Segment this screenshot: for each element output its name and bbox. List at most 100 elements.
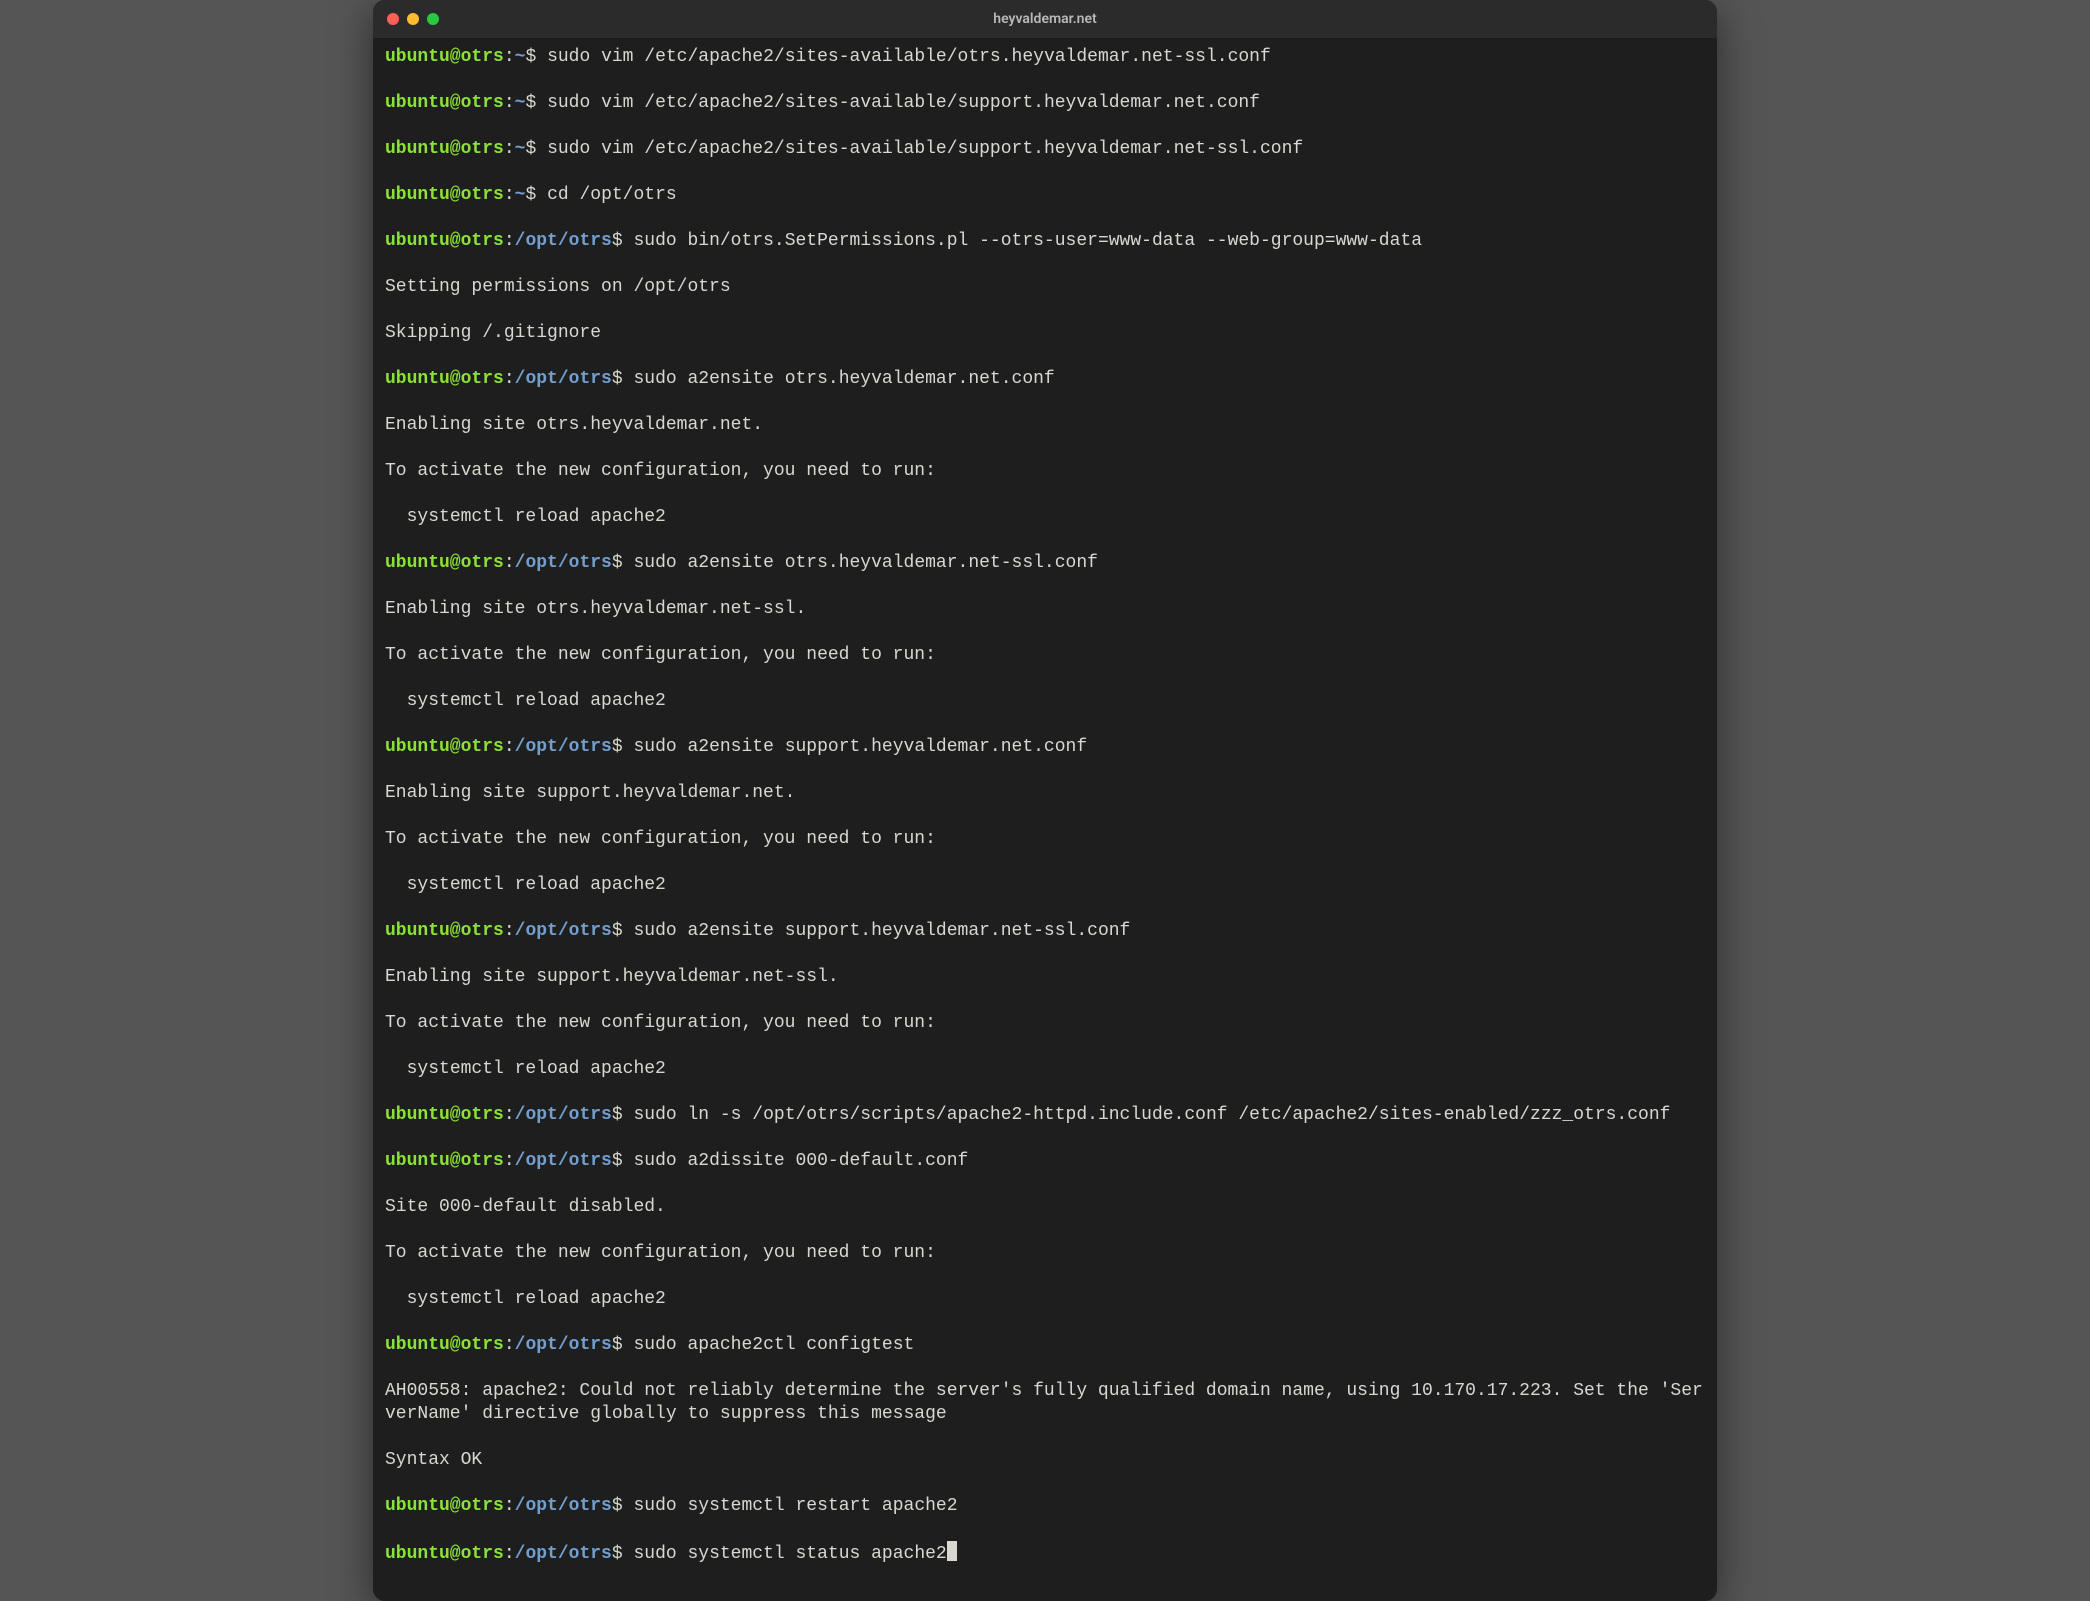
- prompt-symbol: $: [525, 47, 547, 67]
- prompt-separator: :: [504, 93, 515, 113]
- prompt-path: ~: [515, 47, 526, 67]
- prompt-user-host: ubuntu@otrs: [385, 231, 504, 251]
- terminal-prompt-line: ubuntu@otrs:~$ sudo vim /etc/apache2/sit…: [385, 92, 1705, 115]
- terminal-prompt-line: ubuntu@otrs:/opt/otrs$ sudo a2ensite sup…: [385, 920, 1705, 943]
- command-text: sudo bin/otrs.SetPermissions.pl --otrs-u…: [633, 231, 1422, 251]
- prompt-separator: :: [504, 1335, 515, 1355]
- command-text: sudo a2ensite otrs.heyvaldemar.net-ssl.c…: [633, 553, 1097, 573]
- command-text: sudo systemctl status apache2: [633, 1544, 946, 1564]
- terminal-output-line: Enabling site support.heyvaldemar.net-ss…: [385, 966, 1705, 989]
- prompt-user-host: ubuntu@otrs: [385, 737, 504, 757]
- prompt-symbol: $: [612, 553, 634, 573]
- terminal-prompt-line: ubuntu@otrs:~$ sudo vim /etc/apache2/sit…: [385, 46, 1705, 69]
- prompt-symbol: $: [525, 139, 547, 159]
- output-text: To activate the new configuration, you n…: [385, 1013, 936, 1033]
- prompt-separator: :: [504, 553, 515, 573]
- close-icon[interactable]: [387, 13, 399, 25]
- prompt-symbol: $: [612, 921, 634, 941]
- prompt-path: ~: [515, 139, 526, 159]
- output-text: To activate the new configuration, you n…: [385, 645, 936, 665]
- output-text: systemctl reload apache2: [385, 1059, 666, 1079]
- output-text: Enabling site otrs.heyvaldemar.net-ssl.: [385, 599, 806, 619]
- output-text: To activate the new configuration, you n…: [385, 1243, 936, 1263]
- output-text: Enabling site support.heyvaldemar.net.: [385, 783, 795, 803]
- command-text: sudo a2ensite otrs.heyvaldemar.net.conf: [633, 369, 1054, 389]
- output-text: To activate the new configuration, you n…: [385, 461, 936, 481]
- terminal-prompt-line: ubuntu@otrs:~$ sudo vim /etc/apache2/sit…: [385, 138, 1705, 161]
- prompt-path: /opt/otrs: [515, 1335, 612, 1355]
- window-title: heyvaldemar.net: [373, 8, 1717, 31]
- terminal-output-line: To activate the new configuration, you n…: [385, 644, 1705, 667]
- output-text: Syntax OK: [385, 1450, 482, 1470]
- terminal-prompt-line: ubuntu@otrs:/opt/otrs$ sudo a2ensite otr…: [385, 552, 1705, 575]
- prompt-path: /opt/otrs: [515, 553, 612, 573]
- terminal-prompt-line: ubuntu@otrs:/opt/otrs$ sudo apache2ctl c…: [385, 1334, 1705, 1357]
- output-text: systemctl reload apache2: [385, 691, 666, 711]
- prompt-separator: :: [504, 139, 515, 159]
- terminal-body[interactable]: ubuntu@otrs:~$ sudo vim /etc/apache2/sit…: [373, 38, 1717, 1601]
- terminal-output-line: Enabling site support.heyvaldemar.net.: [385, 782, 1705, 805]
- prompt-separator: :: [504, 1151, 515, 1171]
- prompt-symbol: $: [612, 1105, 634, 1125]
- output-text: Site 000-default disabled.: [385, 1197, 666, 1217]
- prompt-separator: :: [504, 921, 515, 941]
- terminal-output-line: Enabling site otrs.heyvaldemar.net.: [385, 414, 1705, 437]
- prompt-separator: :: [504, 1105, 515, 1125]
- command-text: sudo a2ensite support.heyvaldemar.net.co…: [633, 737, 1087, 757]
- prompt-symbol: $: [612, 369, 634, 389]
- prompt-user-host: ubuntu@otrs: [385, 1151, 504, 1171]
- terminal-prompt-line: ubuntu@otrs:/opt/otrs$ sudo systemctl st…: [385, 1541, 1705, 1566]
- prompt-user-host: ubuntu@otrs: [385, 553, 504, 573]
- maximize-icon[interactable]: [427, 13, 439, 25]
- prompt-path: /opt/otrs: [515, 231, 612, 251]
- prompt-symbol: $: [525, 185, 547, 205]
- output-text: systemctl reload apache2: [385, 875, 666, 895]
- terminal-prompt-line: ubuntu@otrs:/opt/otrs$ sudo bin/otrs.Set…: [385, 230, 1705, 253]
- cursor-icon: [947, 1541, 957, 1561]
- output-text: To activate the new configuration, you n…: [385, 829, 936, 849]
- minimize-icon[interactable]: [407, 13, 419, 25]
- prompt-user-host: ubuntu@otrs: [385, 1335, 504, 1355]
- prompt-path: /opt/otrs: [515, 1151, 612, 1171]
- output-text: Skipping /.gitignore: [385, 323, 601, 343]
- terminal-output-line: Setting permissions on /opt/otrs: [385, 276, 1705, 299]
- terminal-output-line: systemctl reload apache2: [385, 874, 1705, 897]
- prompt-symbol: $: [525, 93, 547, 113]
- output-text: Setting permissions on /opt/otrs: [385, 277, 731, 297]
- prompt-symbol: $: [612, 1335, 634, 1355]
- prompt-separator: :: [504, 47, 515, 67]
- terminal-output-line: To activate the new configuration, you n…: [385, 1242, 1705, 1265]
- prompt-path: /opt/otrs: [515, 1544, 612, 1564]
- terminal-window: heyvaldemar.net ubuntu@otrs:~$ sudo vim …: [373, 0, 1717, 1601]
- command-text: sudo a2dissite 000-default.conf: [633, 1151, 968, 1171]
- terminal-output-line: Enabling site otrs.heyvaldemar.net-ssl.: [385, 598, 1705, 621]
- output-text: Enabling site otrs.heyvaldemar.net.: [385, 415, 763, 435]
- terminal-output-line: systemctl reload apache2: [385, 1058, 1705, 1081]
- terminal-prompt-line: ubuntu@otrs:/opt/otrs$ sudo a2dissite 00…: [385, 1150, 1705, 1173]
- prompt-path: /opt/otrs: [515, 737, 612, 757]
- prompt-separator: :: [504, 369, 515, 389]
- prompt-user-host: ubuntu@otrs: [385, 93, 504, 113]
- terminal-output-line: Skipping /.gitignore: [385, 322, 1705, 345]
- prompt-user-host: ubuntu@otrs: [385, 1105, 504, 1125]
- terminal-output-line: To activate the new configuration, you n…: [385, 460, 1705, 483]
- titlebar[interactable]: heyvaldemar.net: [373, 0, 1717, 38]
- terminal-prompt-line: ubuntu@otrs:/opt/otrs$ sudo ln -s /opt/o…: [385, 1104, 1705, 1127]
- prompt-symbol: $: [612, 1544, 634, 1564]
- prompt-user-host: ubuntu@otrs: [385, 139, 504, 159]
- traffic-lights: [373, 13, 439, 25]
- terminal-output-line: systemctl reload apache2: [385, 506, 1705, 529]
- prompt-separator: :: [504, 1496, 515, 1516]
- prompt-symbol: $: [612, 1496, 634, 1516]
- output-text: Enabling site support.heyvaldemar.net-ss…: [385, 967, 839, 987]
- command-text: sudo ln -s /opt/otrs/scripts/apache2-htt…: [633, 1105, 1670, 1125]
- prompt-separator: :: [504, 1544, 515, 1564]
- command-text: cd /opt/otrs: [547, 185, 677, 205]
- prompt-user-host: ubuntu@otrs: [385, 1544, 504, 1564]
- terminal-output-line: Site 000-default disabled.: [385, 1196, 1705, 1219]
- prompt-symbol: $: [612, 231, 634, 251]
- terminal-prompt-line: ubuntu@otrs:/opt/otrs$ sudo a2ensite otr…: [385, 368, 1705, 391]
- terminal-output-line: To activate the new configuration, you n…: [385, 1012, 1705, 1035]
- terminal-output-line: AH00558: apache2: Could not reliably det…: [385, 1380, 1705, 1426]
- prompt-user-host: ubuntu@otrs: [385, 1496, 504, 1516]
